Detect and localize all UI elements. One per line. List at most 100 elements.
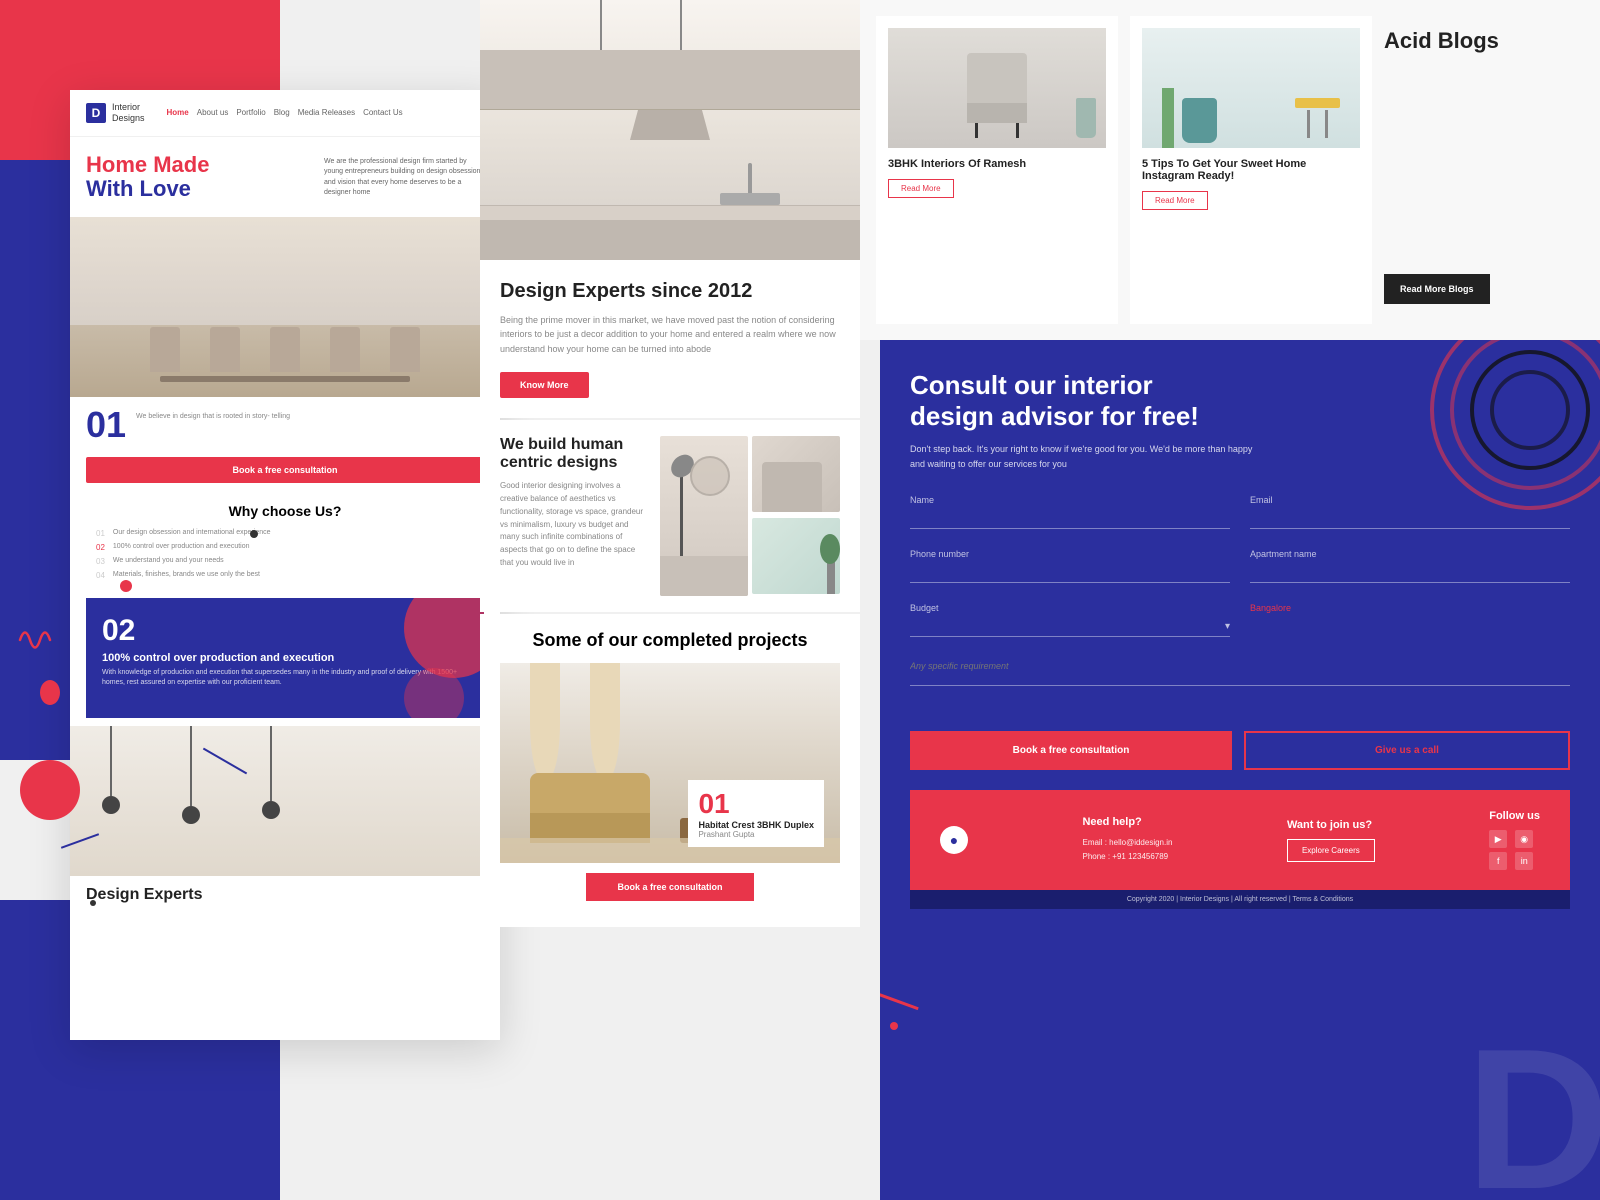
apartment-label: Apartment name [1250, 549, 1570, 559]
nav-link-contact[interactable]: Contact Us [363, 108, 403, 117]
curtain-left [530, 663, 560, 783]
lower-interior-image [70, 726, 500, 876]
book-consultation-submit-button[interactable]: Book a free consultation [910, 731, 1232, 770]
blog-card-2: 5 Tips To Get Your Sweet Home Instagram … [1130, 16, 1372, 324]
human-centric-section: We build human centric designs Good inte… [480, 420, 860, 612]
chair-seat-piece [967, 103, 1027, 123]
completed-projects-section: Some of our completed projects 01 Habita… [480, 614, 860, 927]
social-row-1: ▶ ◉ [1489, 830, 1540, 848]
deco-pink-dot [890, 1022, 898, 1030]
footer-join: Want to join us? Explore Careers [1287, 819, 1375, 862]
phone-input[interactable] [910, 564, 1230, 583]
why-num-2: 02 [96, 543, 105, 552]
why-text-3: We understand you and your needs [113, 557, 224, 566]
lower-room-bg [70, 726, 500, 876]
blogs-section: 3BHK Interiors Of Ramesh Read More 5 Tip… [860, 0, 1600, 340]
instagram-icon[interactable]: ◉ [1515, 830, 1533, 848]
stool-leg-2 [1325, 110, 1328, 138]
apartment-input[interactable] [1250, 564, 1570, 583]
chair-1 [150, 327, 180, 372]
footer-phone-label: Phone : [1082, 852, 1110, 861]
consultation-section: Consult our interior design advisor for … [880, 340, 1600, 1200]
chair-leg-2 [1016, 123, 1019, 138]
footer-follow-title: Follow us [1489, 810, 1540, 822]
ceiling-light-3-cord [270, 726, 272, 801]
step-01-section: 01 We believe in design that is rooted i… [70, 397, 500, 453]
budget-select-wrapper: ▾ [910, 617, 1230, 637]
ceiling-light-2-bulb [182, 806, 200, 824]
why-choose-section: Why choose Us? 01 Our design obsession a… [70, 493, 500, 590]
chair-4 [330, 327, 360, 372]
footer-need-help-title: Need help? [1082, 816, 1172, 828]
ceiling-light-1-cord [110, 726, 112, 796]
faucet [748, 163, 752, 193]
chairs-row [135, 327, 435, 372]
logo-icon: D [86, 103, 106, 123]
design-experts-section: Design Experts since 2012 Being the prim… [480, 260, 860, 418]
blog-1-read-more-button[interactable]: Read More [888, 179, 954, 198]
deco-dark-dot-2 [90, 900, 96, 906]
blog-teal-object [1182, 98, 1217, 143]
curtain-right [590, 663, 620, 783]
project-number: 01 [698, 788, 814, 820]
chair-legs-piece [967, 123, 1027, 138]
project-info-card: 01 Habitat Crest 3BHK Duplex Prashant Gu… [688, 780, 824, 847]
blog-1-title: 3BHK Interiors Of Ramesh [888, 158, 1106, 170]
blog-plant-2 [1162, 88, 1174, 148]
ceiling-light-3-bulb [262, 801, 280, 819]
completed-projects-title: Some of our completed projects [500, 630, 840, 651]
city-value: Bangalore [1250, 603, 1570, 613]
linkedin-icon[interactable]: in [1515, 852, 1533, 870]
explore-careers-button[interactable]: Explore Careers [1287, 839, 1375, 862]
name-input[interactable] [910, 510, 1230, 529]
why-item-3: 03 We understand you and your needs [96, 557, 484, 566]
why-item-1: 01 Our design obsession and internationa… [96, 529, 484, 538]
know-more-button[interactable]: Know More [500, 372, 589, 398]
hero-title-line2: With Love [86, 176, 191, 201]
chair-5 [390, 327, 420, 372]
design-experts-title: Design Experts since 2012 [500, 280, 840, 303]
footer-logo-area: ● [940, 826, 968, 854]
step-01-number: 01 [86, 407, 126, 443]
book-free-consultation-button[interactable]: Book a free consultation [586, 873, 753, 901]
footer-email: Email : hello@iddesign.in [1082, 836, 1172, 850]
youtube-icon[interactable]: ▶ [1489, 830, 1507, 848]
apartment-field: Apartment name [1250, 549, 1570, 583]
book-consultation-button[interactable]: Book a free consultation [86, 457, 484, 483]
requirement-textarea[interactable] [910, 657, 1570, 686]
facebook-icon[interactable]: f [1489, 852, 1507, 870]
large-d-decoration: D [1466, 1020, 1600, 1200]
blog-2-read-more-button[interactable]: Read More [1142, 191, 1208, 210]
sofa-partial [660, 556, 748, 596]
acid-blogs-header: Acid Blogs [1384, 16, 1584, 66]
design-experts-description: Being the prime mover in this market, we… [500, 313, 840, 356]
name-field: Name [910, 495, 1230, 529]
consultation-description: Don't step back. It's your right to know… [910, 442, 1260, 471]
give-us-call-button[interactable]: Give us a call [1244, 731, 1570, 770]
plant-leaves [820, 534, 840, 564]
sink [720, 193, 780, 205]
range-hood [630, 110, 710, 140]
city-field: Bangalore [1250, 603, 1570, 637]
why-item-2: 02 100% control over production and exec… [96, 543, 484, 552]
why-list: 01 Our design obsession and internationa… [86, 529, 484, 580]
hero-title-line1: Home Made [86, 152, 209, 177]
hero-text: Home Made With Love [86, 153, 312, 201]
footer-email-label: Email : [1082, 838, 1106, 847]
human-centric-title: We build human centric designs [500, 436, 644, 472]
budget-select[interactable] [910, 618, 1230, 637]
why-title: Why choose Us? [86, 503, 484, 519]
nav-link-blog[interactable]: Blog [274, 108, 290, 117]
nav-link-home[interactable]: Home [167, 108, 189, 117]
deco-rings-container [1410, 340, 1600, 530]
hero-description: We are the professional design firm star… [324, 157, 484, 201]
requirement-field [910, 657, 1570, 691]
chair-leg-1 [975, 123, 978, 138]
blog-image-1 [888, 28, 1106, 148]
nav-link-media[interactable]: Media Releases [298, 108, 355, 117]
read-more-blogs-button[interactable]: Read More Blogs [1384, 274, 1490, 304]
human-centric-images [660, 436, 840, 596]
nav-link-about[interactable]: About us [197, 108, 229, 117]
nav-link-portfolio[interactable]: Portfolio [236, 108, 265, 117]
social-icons-group: ▶ ◉ f in [1489, 830, 1540, 870]
